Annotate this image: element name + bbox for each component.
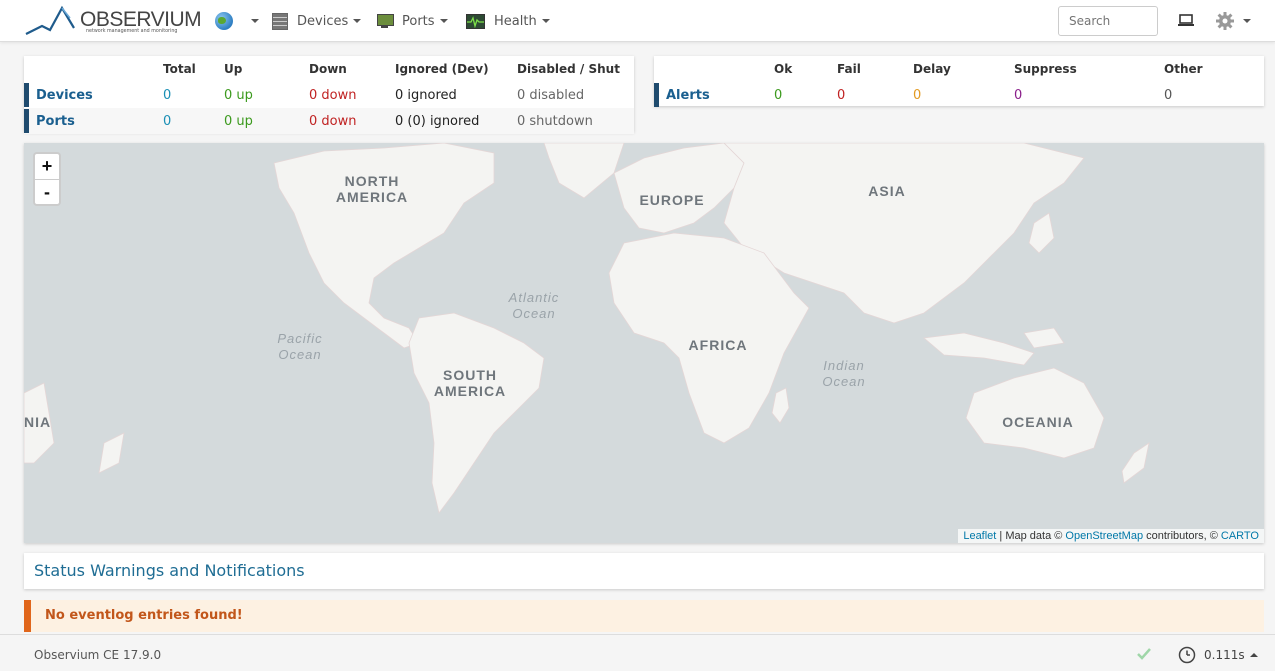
clock-icon [1178, 646, 1196, 664]
eventlog-alert: No eventlog entries found! [24, 600, 1264, 632]
alerts-link[interactable]: Alerts [666, 82, 774, 108]
caret-down-icon [1243, 19, 1251, 23]
nav-devices-menu[interactable]: Devices [272, 0, 362, 42]
caret-down-icon [251, 19, 259, 23]
col-delay: Delay [913, 62, 951, 76]
table-row: Ports 0 0 up 0 down 0 (0) ignored 0 shut… [24, 108, 634, 134]
table-row: Alerts 0 0 0 0 0 [654, 82, 1264, 108]
col-ok: Ok [774, 62, 793, 76]
osm-link[interactable]: OpenStreetMap [1065, 530, 1143, 542]
map-label-south-america: SOUTH AMERICA [433, 367, 507, 399]
col-total: Total [163, 62, 196, 76]
map-label-indian: Indian Ocean [822, 358, 866, 389]
settings-menu[interactable] [1216, 12, 1251, 30]
attribution-text-2: contributors, © [1143, 530, 1221, 542]
status-panel-title: Status Warnings and Notifications [34, 561, 305, 580]
alerts-header-row: Ok Fail Delay Suppress Other [654, 56, 1264, 82]
footer-time-value: 0.111s [1204, 648, 1245, 662]
laptop-icon[interactable] [1178, 14, 1194, 26]
globe-icon [215, 12, 233, 30]
caret-down-icon [541, 19, 550, 23]
devices-disabled[interactable]: 0 disabled [517, 82, 634, 108]
eventlog-message: No eventlog entries found! [45, 608, 243, 623]
col-up: Up [224, 62, 243, 76]
ports-up[interactable]: 0 up [224, 108, 309, 134]
nav-health-menu[interactable]: Health [466, 0, 550, 42]
devices-link[interactable]: Devices [36, 82, 163, 108]
alerts-ok[interactable]: 0 [774, 82, 837, 108]
map-label-pacific: Pacific Ocean [277, 331, 323, 362]
map-label-atlantic: Atlantic Ocean [508, 290, 560, 321]
col-down: Down [309, 62, 347, 76]
observium-logo[interactable]: OBSERVIUM network management and monitor… [24, 4, 202, 38]
network-port-icon [376, 13, 394, 29]
top-navbar: OBSERVIUM network management and monitor… [0, 0, 1275, 42]
footer: Observium CE 17.9.0 0.111s [0, 634, 1275, 671]
table-row: Devices 0 0 up 0 down 0 ignored 0 disabl… [24, 82, 634, 108]
map-label-north-america: NORTH AMERICA [335, 173, 409, 205]
alerts-table: Ok Fail Delay Suppress Other Alerts 0 0 … [654, 56, 1264, 108]
nav-globe-menu[interactable] [215, 0, 259, 42]
nav-ports-menu[interactable]: Ports [376, 0, 448, 42]
map-label-partial: NIA [24, 414, 52, 430]
heartbeat-icon [466, 13, 485, 29]
zoom-in-button[interactable]: + [35, 154, 59, 179]
nav-devices-label: Devices [297, 13, 349, 29]
logo-mountain-icon [25, 5, 75, 35]
ports-link[interactable]: Ports [36, 108, 163, 134]
alerts-fail[interactable]: 0 [837, 82, 913, 108]
nav-ports-label: Ports [402, 13, 435, 29]
leaflet-link[interactable]: Leaflet [963, 530, 996, 542]
footer-version: Observium CE 17.9.0 [34, 648, 162, 662]
status-panel: Status Warnings and Notifications [24, 553, 1264, 589]
alerts-other[interactable]: 0 [1164, 82, 1264, 108]
ports-down[interactable]: 0 down [309, 108, 395, 134]
map-label-europe: EUROPE [639, 192, 705, 208]
map-label-africa: AFRICA [688, 337, 748, 353]
col-ignored: Ignored (Dev) [395, 62, 489, 76]
world-map[interactable]: NORTH AMERICA EUROPE ASIA Atlantic Ocean… [24, 143, 1264, 543]
gear-icon [1216, 12, 1234, 30]
server-rack-icon [272, 12, 288, 30]
alerts-delay[interactable]: 0 [913, 82, 1014, 108]
zoom-out-button[interactable]: - [35, 179, 59, 204]
ports-shutdown[interactable]: 0 shutdown [517, 108, 634, 134]
summary-table: Total Up Down Ignored (Dev) Disabled / S… [24, 56, 634, 134]
map-label-oceania: OCEANIA [1002, 414, 1074, 430]
page-time-menu[interactable]: 0.111s [1178, 646, 1258, 664]
ports-total[interactable]: 0 [163, 108, 224, 134]
summary-panel: Total Up Down Ignored (Dev) Disabled / S… [24, 56, 634, 134]
summary-header-row: Total Up Down Ignored (Dev) Disabled / S… [24, 56, 634, 82]
map-attribution: Leaflet | Map data © OpenStreetMap contr… [958, 529, 1264, 543]
caret-up-icon [1249, 653, 1258, 657]
caret-down-icon [439, 19, 448, 23]
ports-ignored[interactable]: 0 (0) ignored [395, 108, 517, 134]
devices-up[interactable]: 0 up [224, 82, 309, 108]
search-input[interactable] [1058, 6, 1158, 36]
col-suppress: Suppress [1014, 62, 1077, 76]
alerts-suppress[interactable]: 0 [1014, 82, 1164, 108]
col-fail: Fail [837, 62, 861, 76]
carto-link[interactable]: CARTO [1221, 530, 1259, 542]
attribution-text: | Map data © [996, 530, 1066, 542]
alerts-panel: Ok Fail Delay Suppress Other Alerts 0 0 … [654, 56, 1264, 108]
check-icon[interactable] [1136, 646, 1152, 662]
caret-down-icon [353, 19, 362, 23]
col-disabled: Disabled / Shut [517, 62, 620, 76]
devices-total[interactable]: 0 [163, 82, 224, 108]
devices-down[interactable]: 0 down [309, 82, 395, 108]
devices-ignored[interactable]: 0 ignored [395, 82, 517, 108]
map-zoom-control: + - [33, 152, 61, 206]
col-other: Other [1164, 62, 1203, 76]
logo-subtitle: network management and monitoring [86, 29, 178, 34]
map-label-asia: ASIA [868, 183, 906, 199]
nav-health-label: Health [494, 13, 537, 29]
